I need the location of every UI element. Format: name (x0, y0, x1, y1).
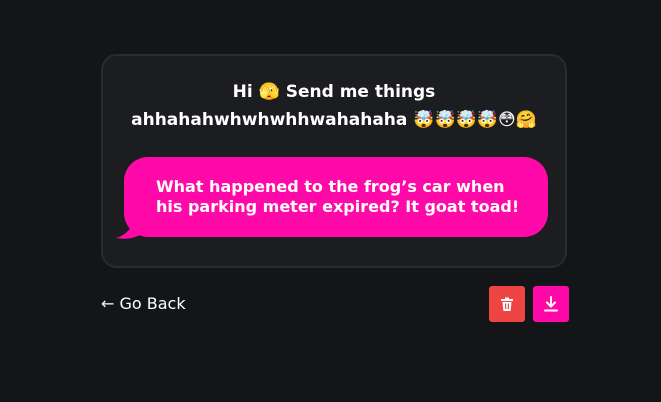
trash-icon (501, 297, 513, 311)
prompt-line-2: ahhahahwhwhwhhwahahaha 🤯🤯🤯🤯😳🤗 (131, 110, 537, 130)
download-icon (544, 296, 558, 312)
message-card: Hi 🫣 Send me things ahhahahwhwhwhhwahaha… (101, 54, 567, 268)
go-back-link[interactable]: ← Go Back (101, 293, 186, 315)
message-text: What happened to the frog’s car when his… (156, 177, 520, 216)
message-bubble: What happened to the frog’s car when his… (124, 157, 548, 237)
delete-button[interactable] (489, 286, 525, 322)
download-button[interactable] (533, 286, 569, 322)
prompt-text: Hi 🫣 Send me things ahhahahwhwhwhhwahaha… (103, 78, 565, 134)
prompt-line-1: Hi 🫣 Send me things (232, 82, 436, 102)
